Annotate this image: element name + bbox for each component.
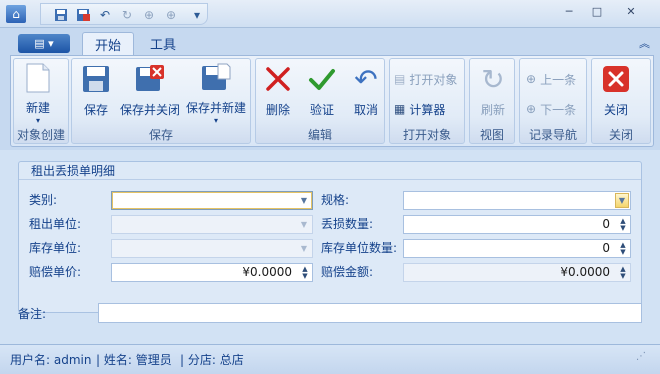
stock-unit-qty-input[interactable]: 0 ▲ ▼ — [403, 239, 631, 258]
open-object-icon: ▤ — [394, 72, 406, 86]
status-name: | 姓名: 管理员 — [96, 353, 172, 367]
save-and-new-button[interactable]: 保存并新建 ▾ — [186, 63, 246, 125]
maximize-button[interactable]: □ — [584, 2, 610, 20]
stock-unit-qty-label: 库存单位数量: — [321, 241, 398, 255]
open-object-button[interactable]: ▤ 打开对象 — [394, 69, 457, 89]
next-record-button[interactable]: ⊕ 下一条 — [526, 99, 576, 119]
up-circle-icon[interactable]: ⊕ — [141, 7, 157, 23]
status-username: 用户名: admin — [10, 353, 92, 367]
form-content: 租出丢损单明细 类别: ▼ 规格: ▼ 租出单位: ▼ 丢损数量: 0 ▲ ▼ 库… — [0, 150, 660, 344]
comp-price-label: 赔偿单价: — [29, 265, 82, 279]
group-label-save: 保存 — [148, 128, 173, 142]
save-icon — [80, 63, 112, 95]
group-object-create: 新建 ▾ 对象创建 — [13, 58, 69, 144]
stock-unit-select[interactable]: ▼ — [111, 239, 313, 258]
spinner-icon[interactable]: ▲ ▼ — [617, 217, 629, 232]
save-close-icon — [134, 63, 166, 95]
chevron-down-icon[interactable]: ▼ — [615, 193, 629, 208]
ribbon-collapse-icon[interactable]: ︽ — [639, 35, 650, 51]
rent-unit-select[interactable]: ▼ — [111, 215, 313, 234]
loss-qty-label: 丢损数量: — [321, 217, 374, 231]
group-view: ↻ 刷新 视图 — [469, 58, 515, 144]
up-circle-icon: ⊕ — [526, 72, 537, 86]
detail-section: 租出丢损单明细 类别: ▼ 规格: ▼ 租出单位: ▼ 丢损数量: 0 ▲ ▼ 库… — [18, 161, 642, 313]
category-select[interactable]: ▼ — [111, 191, 313, 210]
chevron-down-icon: ▼ — [300, 244, 308, 253]
group-label-create: 对象创建 — [16, 128, 65, 142]
resize-grip-icon[interactable]: ⋰ — [636, 351, 646, 362]
rent-unit-label: 租出单位: — [29, 217, 82, 231]
group-label-nav: 记录导航 — [528, 128, 577, 142]
ribbon-tab-bar: ▤ ▾ 开始 工具 ︽ — [10, 31, 654, 55]
spinner-icon[interactable]: ▲ ▼ — [299, 265, 311, 280]
refresh-button[interactable]: ↻ 刷新 — [477, 63, 509, 123]
group-save: 保存 保存并关闭 保存并新建 ▾ 保存 — [71, 58, 251, 144]
group-label-close: 关闭 — [608, 128, 633, 142]
tab-tools[interactable]: 工具 — [138, 32, 188, 55]
undo-icon[interactable]: ↶ — [97, 7, 113, 23]
refresh-icon[interactable]: ↻ — [119, 7, 135, 23]
group-edit: 删除 验证 ↶ 取消 编辑 — [255, 58, 385, 144]
refresh-icon: ↻ — [481, 62, 505, 96]
group-label-view: 视图 — [479, 128, 504, 142]
save-new-icon — [200, 63, 232, 93]
close-window-button[interactable]: ✕ — [618, 2, 644, 20]
delete-x-icon — [262, 63, 294, 95]
close-icon — [600, 63, 632, 95]
app-home-icon[interactable]: ⌂ — [6, 5, 26, 23]
close-button[interactable]: 关闭 — [600, 63, 632, 123]
calculator-button[interactable]: ▦ 计算器 — [394, 99, 445, 119]
save-icon[interactable] — [53, 7, 69, 23]
status-bar: 用户名: admin | 姓名: 管理员 | 分店: 总店 ⋰ — [0, 344, 660, 374]
comp-price-input[interactable]: ¥0.0000 ▲ ▼ — [111, 263, 313, 282]
spec-label: 规格: — [321, 193, 350, 207]
delete-button[interactable]: 删除 — [262, 63, 294, 123]
app-menu-button[interactable]: ▤ ▾ — [18, 34, 70, 53]
quick-access-dropdown-icon[interactable]: ▾ — [189, 7, 205, 23]
save-and-close-button[interactable]: 保存并关闭 — [120, 63, 180, 123]
group-label-open: 打开对象 — [402, 128, 451, 142]
group-label-edit: 编辑 — [307, 128, 332, 142]
cancel-button[interactable]: ↶ 取消 — [350, 63, 382, 123]
new-document-icon — [22, 63, 54, 93]
spec-select[interactable]: ▼ — [403, 191, 631, 210]
quick-access-toolbar: ↶ ↻ ⊕ ⊕ ▾ — [40, 3, 208, 25]
down-circle-icon: ⊕ — [526, 102, 537, 116]
comp-amount-input: ¥0.0000 ▲ ▼ — [403, 263, 631, 282]
spinner-icon: ▲ ▼ — [620, 264, 626, 280]
stock-unit-label: 库存单位: — [29, 241, 82, 255]
previous-record-button[interactable]: ⊕ 上一条 — [526, 69, 576, 89]
spinner-icon[interactable]: ▲ ▼ — [617, 241, 629, 256]
validate-button[interactable]: 验证 — [306, 63, 338, 123]
calculator-icon: ▦ — [394, 102, 406, 116]
ribbon: 新建 ▾ 对象创建 保存 保存并关闭 保存并新建 ▾ 保存 删除 验证 ↶ 取消… — [10, 55, 654, 147]
minimize-button[interactable]: ─ — [556, 2, 582, 20]
group-record-nav: ⊕ 上一条 ⊕ 下一条 记录导航 — [519, 58, 587, 144]
down-circle-icon[interactable]: ⊕ — [163, 7, 179, 23]
loss-qty-input[interactable]: 0 ▲ ▼ — [403, 215, 631, 234]
comp-amount-label: 赔偿金额: — [321, 265, 374, 279]
status-branch: | 分店: 总店 — [180, 353, 244, 367]
save-button[interactable]: 保存 — [80, 63, 112, 123]
remark-input[interactable] — [98, 303, 642, 323]
tab-start[interactable]: 开始 — [82, 32, 135, 55]
group-close: 关闭 关闭 — [591, 58, 651, 144]
section-title: 租出丢损单明细 — [19, 162, 641, 180]
chevron-down-icon[interactable]: ▼ — [297, 193, 311, 208]
category-label: 类别: — [29, 193, 58, 207]
group-open-object: ▤ 打开对象 ▦ 计算器 打开对象 — [389, 58, 465, 144]
remark-label: 备注: — [18, 307, 47, 321]
checkmark-icon — [306, 63, 338, 95]
undo-arrow-icon: ↶ — [354, 62, 378, 96]
new-button[interactable]: 新建 ▾ — [22, 63, 54, 125]
save-close-icon[interactable] — [75, 7, 91, 23]
chevron-down-icon: ▼ — [300, 220, 308, 229]
title-bar: ⌂ ↶ ↻ ⊕ ⊕ ▾ ─ □ ✕ — [0, 0, 660, 28]
